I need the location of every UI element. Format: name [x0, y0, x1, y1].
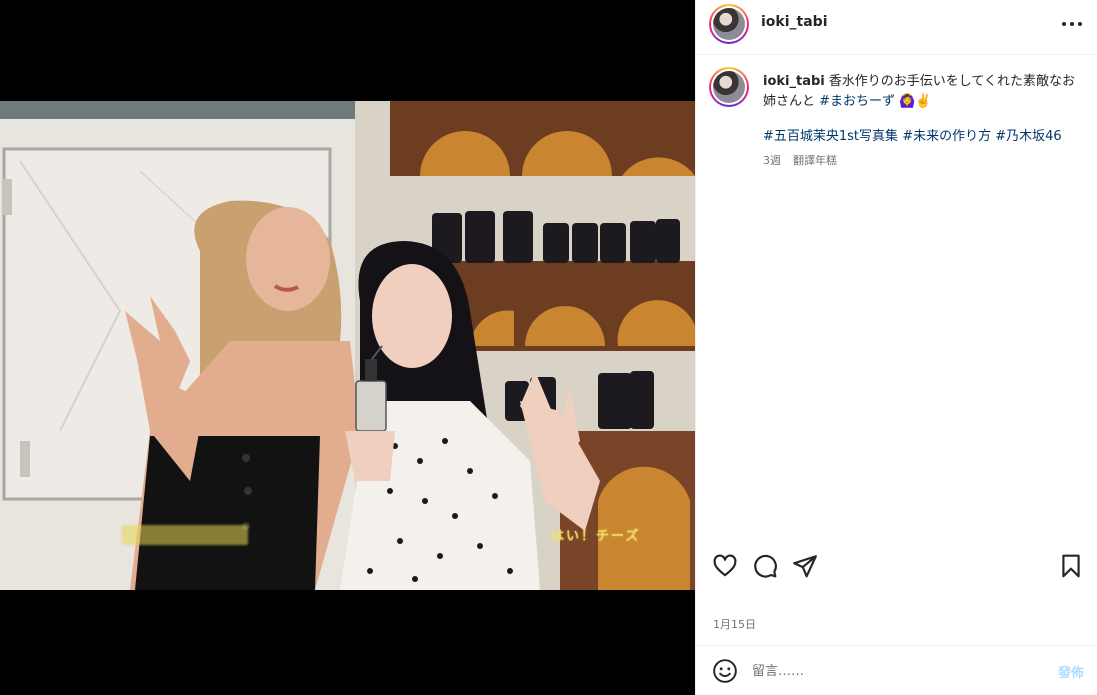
caption-block: ioki_tabi 香水作りのお手伝いをしてくれた素敵なお姉さんと #まおちーず … [696, 55, 1097, 535]
hashtag-list: #五百城茉央1st写真集 #未来の作り方 #乃木坂46 [763, 127, 1062, 147]
post-details-panel: ioki_tabi ioki_tabi 香水作りのお手伝いをしてくれた素敵なお姉さ… [695, 0, 1097, 695]
post-photo[interactable]: はい！チーズ [0, 101, 695, 590]
translate-button[interactable]: 翻譯年糕 [793, 154, 837, 167]
add-comment-bar: 發佈 [696, 646, 1097, 695]
paper-plane-icon[interactable] [792, 553, 818, 579]
post-media[interactable]: はい！チーズ [0, 0, 695, 695]
photo-date-stamp-blur [122, 525, 248, 545]
hashtag-link[interactable]: #乃木坂46 [995, 129, 1061, 144]
hashtag-link[interactable]: #五百城茉央1st写真集 [763, 129, 898, 144]
post-date[interactable]: 1月15日 [713, 616, 756, 632]
post-comment-button[interactable]: 發佈 [1058, 662, 1084, 681]
caption-avatar[interactable] [709, 67, 749, 107]
author-avatar[interactable] [709, 4, 749, 44]
caption-hashtag[interactable]: #まおちーず [819, 94, 895, 109]
post-header: ioki_tabi [696, 0, 1097, 55]
heart-icon[interactable] [712, 553, 738, 579]
smiley-icon[interactable] [712, 658, 738, 684]
author-username[interactable]: ioki_tabi [761, 14, 828, 30]
caption-emoji: 🙆‍♀️✌️ [899, 94, 932, 109]
photo-illustration [0, 101, 695, 590]
caption-username[interactable]: ioki_tabi [763, 74, 825, 89]
comment-bubble-icon[interactable] [752, 553, 778, 579]
caption-text: ioki_tabi 香水作りのお手伝いをしてくれた素敵なお姉さんと #まおちーず … [763, 72, 1083, 112]
caption-meta: 3週 翻譯年糕 [763, 152, 849, 168]
photo-caption-text: はい！チーズ [551, 529, 641, 544]
action-bar [696, 548, 1097, 584]
bookmark-icon[interactable] [1058, 553, 1084, 579]
post-time-ago[interactable]: 3週 [763, 154, 781, 167]
comment-input[interactable] [752, 660, 1032, 682]
hashtag-link[interactable]: #未来の作り方 [902, 129, 991, 144]
more-horizontal-icon[interactable] [1062, 14, 1082, 34]
